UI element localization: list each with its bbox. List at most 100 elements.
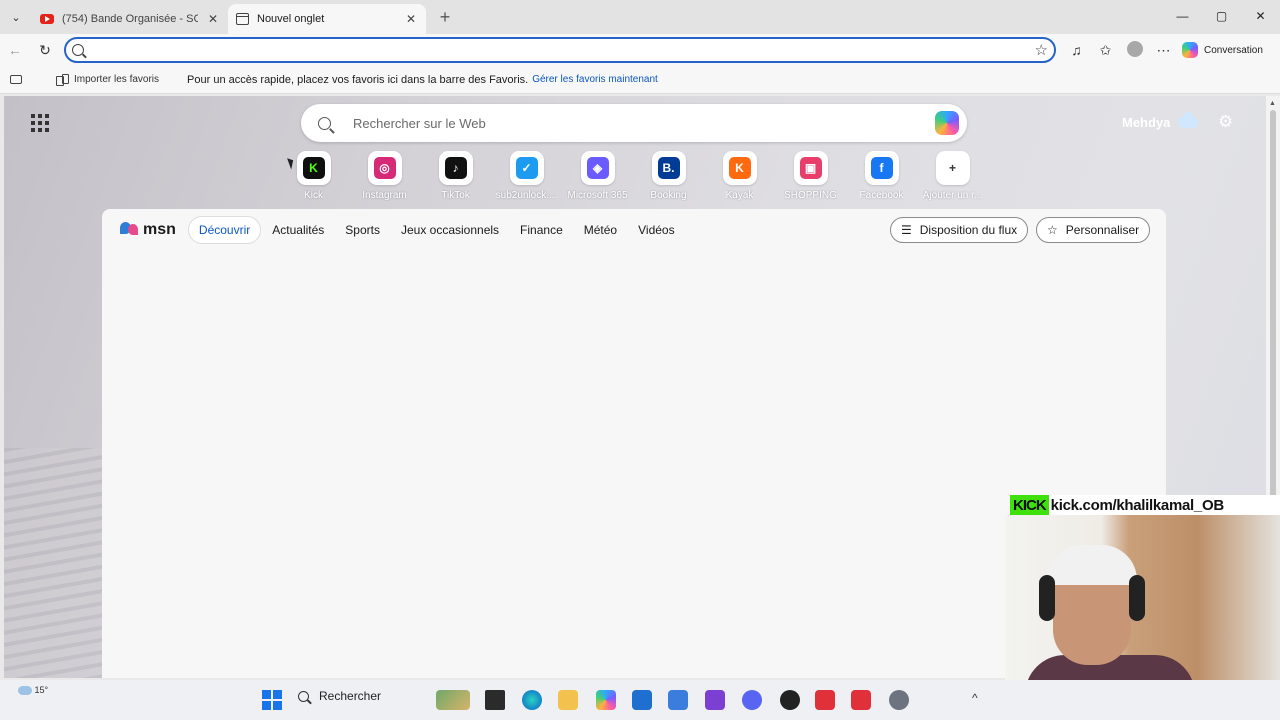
temperature: 15° (34, 685, 49, 695)
quick-link-tile[interactable]: ▣ SHOPPING (775, 151, 846, 201)
youtube-icon (40, 14, 54, 24)
settings-app-icon[interactable] (889, 690, 909, 710)
new-tab-page-icon (236, 13, 249, 25)
quick-link-tile[interactable]: ✓ sub2unlock.... (491, 151, 562, 201)
quick-link-tile[interactable]: + Ajouter un r... (917, 151, 988, 201)
user-greeting[interactable]: Mehdya (1122, 112, 1199, 130)
web-search-box[interactable]: Rechercher sur le Web (301, 104, 967, 142)
quick-link-tile[interactable]: f Facebook (846, 151, 917, 201)
reload-button[interactable]: ↻ (30, 42, 60, 59)
quick-link-label: Booking (650, 190, 687, 201)
quick-link-logo-icon: K (302, 157, 325, 179)
tab-title: (754) Bande Organisée - SCH / Ko (62, 13, 198, 25)
import-favorites-button[interactable]: Importer les favoris (74, 74, 159, 85)
file-explorer-icon[interactable] (558, 690, 578, 710)
feed-nav: msn Découvrir Actualités Sports Jeux occ… (102, 209, 1166, 251)
headphones-right (1129, 575, 1145, 621)
taskbar-search[interactable]: Rechercher (298, 689, 381, 703)
weather-widget[interactable]: 15° (18, 685, 49, 696)
quick-link-icon-frame: ◎ (367, 151, 402, 185)
msn-butterfly-icon (120, 222, 140, 238)
msn-logo[interactable]: msn (120, 221, 176, 239)
quick-link-tile[interactable]: K Kayak (704, 151, 775, 201)
window-controls: — ▢ ✕ (1163, 0, 1280, 32)
maximize-button[interactable]: ▢ (1202, 0, 1241, 32)
back-button[interactable]: ← (0, 42, 30, 58)
quick-link-tile[interactable]: ◈ Microsoft 365 (562, 151, 633, 201)
tab-close-icon[interactable]: ✕ (206, 12, 220, 26)
stream-url: kick.com/khalilkamal_OB (1050, 496, 1225, 514)
avatar (1126, 40, 1143, 57)
discord-icon[interactable] (742, 690, 762, 710)
favorites-bar-message: Pour un accès rapide, placez vos favoris… (187, 73, 529, 86)
quick-link-icon-frame: ◈ (580, 151, 615, 185)
tab-actions-chevron-icon[interactable]: ⌄ (0, 0, 32, 34)
quick-links: K Kick ◎ Instagram ♪ TikTok ✓ sub2unlock.... ◈ Mi… (278, 151, 988, 201)
quick-link-tile[interactable]: ◎ Instagram (349, 151, 420, 201)
quick-link-icon-frame: ♪ (438, 151, 473, 185)
search-highlight-icon[interactable] (436, 690, 470, 710)
quick-link-tile[interactable]: ♪ TikTok (420, 151, 491, 201)
address-input[interactable] (92, 43, 1054, 57)
app-red-icon[interactable] (815, 690, 835, 710)
quick-link-logo-icon: K (728, 157, 751, 179)
show-hidden-icons-chevron-icon[interactable]: ^ (972, 691, 978, 705)
minimize-button[interactable]: — (1163, 0, 1202, 32)
quick-link-icon-frame: + (935, 151, 970, 185)
tab-actions-icon[interactable] (10, 75, 22, 84)
taskbar-search-label: Rechercher (319, 689, 382, 703)
clipchamp-icon[interactable] (705, 690, 725, 710)
quick-link-logo-icon: ♪ (444, 157, 467, 179)
tab-new-tab[interactable]: Nouvel onglet ✕ (228, 4, 426, 34)
feed-layout-label: Disposition du flux (919, 223, 1018, 237)
manage-favorites-link[interactable]: Gérer les favoris maintenant (532, 74, 658, 85)
store-icon[interactable] (632, 690, 652, 710)
feed-layout-button[interactable]: ☰ Disposition du flux (890, 217, 1029, 243)
close-window-button[interactable]: ✕ (1241, 0, 1280, 32)
scroll-up-icon[interactable]: ▲ (1269, 100, 1276, 107)
quick-link-label: Kick (304, 190, 323, 201)
quick-link-logo-icon: ◎ (373, 157, 396, 179)
outlook-icon[interactable] (668, 690, 688, 710)
search-icon (318, 116, 331, 130)
start-button[interactable] (262, 690, 282, 710)
copilot-label: Conversation (1204, 44, 1263, 56)
page-settings-gear-icon[interactable]: ⚙ (1218, 112, 1233, 132)
quick-link-icon-frame: ▣ (793, 151, 828, 185)
feed-tab-actualites[interactable]: Actualités (262, 217, 334, 243)
feed-tab-jeux[interactable]: Jeux occasionnels (391, 217, 509, 243)
app-red-2-icon[interactable] (851, 690, 871, 710)
tab-youtube[interactable]: (754) Bande Organisée - SCH / Ko ✕ (32, 4, 228, 34)
quick-link-icon-frame: K (296, 151, 331, 185)
obs-icon[interactable] (780, 690, 800, 710)
feed-tab-sports[interactable]: Sports (335, 217, 390, 243)
copilot-app-icon[interactable] (596, 690, 616, 710)
task-view-icon[interactable] (485, 690, 505, 710)
feed-tab-videos[interactable]: Vidéos (628, 217, 684, 243)
new-tab-button[interactable]: + (430, 7, 460, 28)
profile-button[interactable] (1120, 40, 1149, 60)
address-bar[interactable]: ☆ (64, 37, 1056, 63)
kick-logo: KICK (1010, 495, 1049, 515)
feed-tab-meteo[interactable]: Météo (574, 217, 627, 243)
app-launcher-icon[interactable] (31, 114, 49, 132)
add-favorite-star-icon[interactable]: ☆ (1035, 41, 1048, 59)
quick-link-logo-icon: B. (657, 157, 680, 179)
feed-tab-decouvrir[interactable]: Découvrir (187, 216, 262, 244)
copilot-icon[interactable] (935, 111, 959, 135)
copilot-button[interactable]: Conversation (1182, 39, 1263, 61)
windows-taskbar: 15° Rechercher ^ (0, 680, 1280, 720)
favorites-icon[interactable]: ✩ (1091, 42, 1120, 59)
tab-close-icon[interactable]: ✕ (404, 12, 418, 26)
personalize-button[interactable]: ☆ Personnaliser (1036, 217, 1151, 243)
edge-icon[interactable] (522, 690, 542, 710)
quick-link-label: Kayak (725, 190, 754, 201)
quick-link-logo-icon: ◈ (586, 157, 609, 179)
more-options-icon[interactable]: ⋯ (1149, 42, 1178, 59)
read-aloud-icon[interactable]: ♫ (1062, 42, 1091, 58)
quick-link-label: SHOPPING (784, 190, 837, 201)
feed-tab-finance[interactable]: Finance (510, 217, 573, 243)
toolbar-icons: ♫ ✩ ⋯ (1062, 34, 1178, 66)
quick-link-tile[interactable]: B. Booking (633, 151, 704, 201)
weather-cloud-icon (1178, 112, 1199, 128)
